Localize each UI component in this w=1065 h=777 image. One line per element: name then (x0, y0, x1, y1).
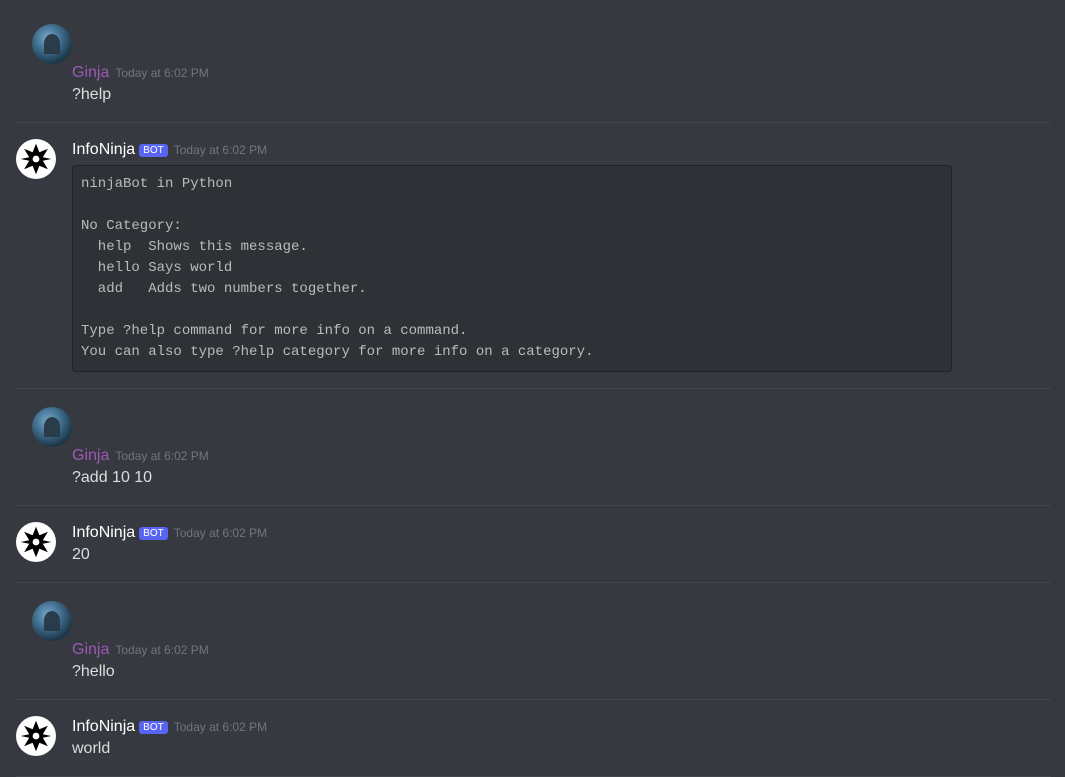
message-header: Ginja Today at 6:02 PM (72, 447, 1049, 465)
message-group[interactable]: InfoNinja BOT Today at 6:02 PM ninjaBot … (0, 137, 1065, 374)
message-group[interactable]: Ginja Today at 6:02 PM ?hello (0, 597, 1065, 685)
message-divider (16, 122, 1051, 123)
avatar[interactable] (32, 24, 72, 64)
message-text: ?help (72, 84, 1049, 106)
message-divider (16, 505, 1051, 506)
bot-tag: BOT (139, 527, 168, 540)
timestamp: Today at 6:02 PM (174, 143, 267, 157)
timestamp: Today at 6:02 PM (115, 449, 208, 463)
message-header: Ginja Today at 6:02 PM (72, 641, 1049, 659)
shuriken-icon (19, 142, 53, 176)
username[interactable]: Ginja (72, 64, 109, 82)
bot-tag: BOT (139, 144, 168, 157)
timestamp: Today at 6:02 PM (174, 526, 267, 540)
message-divider (16, 388, 1051, 389)
bot-tag: BOT (139, 721, 168, 734)
avatar[interactable] (32, 601, 72, 641)
code-block: ninjaBot in Python No Category: help Sho… (72, 165, 952, 372)
message-content: Ginja Today at 6:02 PM ?hello (72, 639, 1049, 683)
shuriken-icon (19, 525, 53, 559)
message-content: Ginja Today at 6:02 PM ?add 10 10 (72, 445, 1049, 489)
timestamp: Today at 6:02 PM (174, 720, 267, 734)
avatar[interactable] (16, 139, 56, 179)
username[interactable]: InfoNinja (72, 718, 135, 736)
username[interactable]: Ginja (72, 641, 109, 659)
message-group[interactable]: Ginja Today at 6:02 PM ?add 10 10 (0, 403, 1065, 491)
message-content: Ginja Today at 6:02 PM ?help (72, 62, 1049, 106)
username[interactable]: Ginja (72, 447, 109, 465)
message-text: 20 (72, 544, 1049, 566)
message-text: ?hello (72, 661, 1049, 683)
message-group[interactable]: Ginja Today at 6:02 PM ?help (0, 20, 1065, 108)
username[interactable]: InfoNinja (72, 141, 135, 159)
message-group[interactable]: InfoNinja BOT Today at 6:02 PM world (0, 714, 1065, 762)
message-header: Ginja Today at 6:02 PM (72, 64, 1049, 82)
message-group[interactable]: InfoNinja BOT Today at 6:02 PM 20 (0, 520, 1065, 568)
message-header: InfoNinja BOT Today at 6:02 PM (72, 141, 1049, 159)
messages-container: Ginja Today at 6:02 PM ?help InfoNinja B… (0, 0, 1065, 777)
message-header: InfoNinja BOT Today at 6:02 PM (72, 524, 1049, 542)
avatar[interactable] (16, 522, 56, 562)
timestamp: Today at 6:02 PM (115, 643, 208, 657)
message-divider (16, 582, 1051, 583)
message-text: world (72, 738, 1049, 760)
shuriken-icon (19, 719, 53, 753)
avatar[interactable] (16, 716, 56, 756)
message-content: InfoNinja BOT Today at 6:02 PM ninjaBot … (72, 139, 1049, 372)
message-text: ?add 10 10 (72, 467, 1049, 489)
username[interactable]: InfoNinja (72, 524, 135, 542)
message-content: InfoNinja BOT Today at 6:02 PM world (72, 716, 1049, 760)
avatar[interactable] (32, 407, 72, 447)
timestamp: Today at 6:02 PM (115, 66, 208, 80)
message-divider (16, 699, 1051, 700)
message-content: InfoNinja BOT Today at 6:02 PM 20 (72, 522, 1049, 566)
message-header: InfoNinja BOT Today at 6:02 PM (72, 718, 1049, 736)
